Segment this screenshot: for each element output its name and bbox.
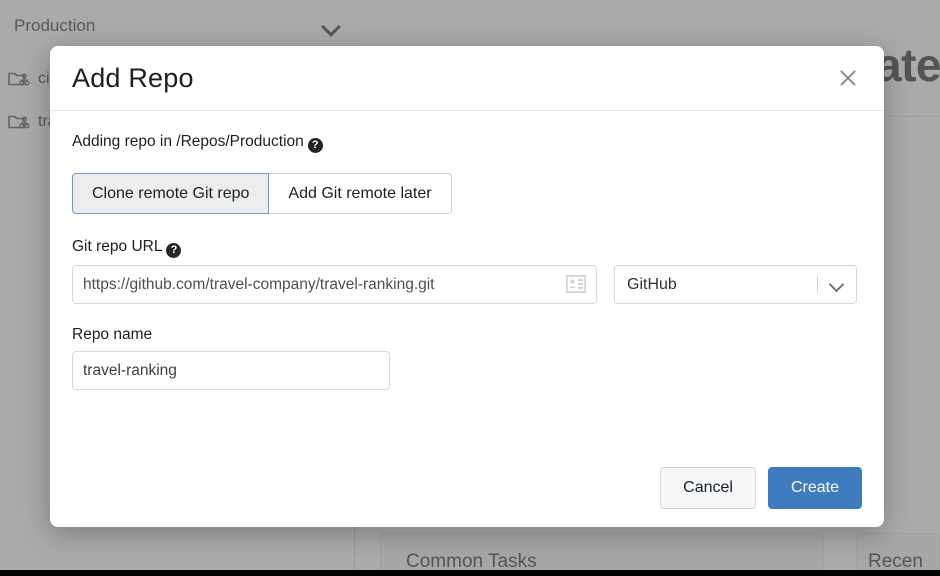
git-repo-url-input-wrap	[72, 265, 597, 305]
help-circle-icon[interactable]: ?	[166, 243, 182, 259]
dialog-footer: Cancel Create	[50, 449, 884, 527]
git-provider-select[interactable]: GitHub	[614, 265, 857, 305]
dialog-context-text: Adding repo in /Repos/Production?	[72, 133, 862, 153]
select-divider	[817, 276, 818, 294]
close-icon[interactable]	[834, 64, 862, 92]
mode-clone-remote-git-repo-button[interactable]: Clone remote Git repo	[72, 173, 270, 215]
git-repo-url-label-text: Git repo URL	[72, 238, 163, 256]
cancel-button[interactable]: Cancel	[660, 467, 756, 509]
git-repo-url-row: GitHub	[72, 265, 862, 305]
git-provider-value: GitHub	[627, 275, 677, 293]
chevron-down-icon[interactable]	[829, 277, 844, 292]
dialog-header: Add Repo	[50, 46, 884, 111]
dialog-context-label: Adding repo in /Repos/Production	[72, 133, 304, 150]
bottom-black-bar	[0, 570, 940, 576]
repo-name-input-wrap	[72, 351, 390, 391]
add-repo-dialog: Add Repo Adding repo in /Repos/Productio…	[50, 46, 884, 527]
dialog-title: Add Repo	[72, 62, 194, 93]
mode-add-git-remote-later-button[interactable]: Add Git remote later	[269, 173, 452, 215]
repo-mode-segmented-control: Clone remote Git repo Add Git remote lat…	[72, 173, 452, 215]
repo-name-input[interactable]	[72, 351, 390, 391]
repo-name-label: Repo name	[72, 326, 153, 344]
help-circle-icon[interactable]: ?	[307, 138, 323, 153]
create-button[interactable]: Create	[767, 467, 862, 509]
git-repo-url-label: Git repo URL?	[72, 238, 862, 259]
dialog-body: Adding repo in /Repos/Production? Clone …	[50, 111, 884, 391]
git-repo-url-input[interactable]	[72, 265, 597, 305]
